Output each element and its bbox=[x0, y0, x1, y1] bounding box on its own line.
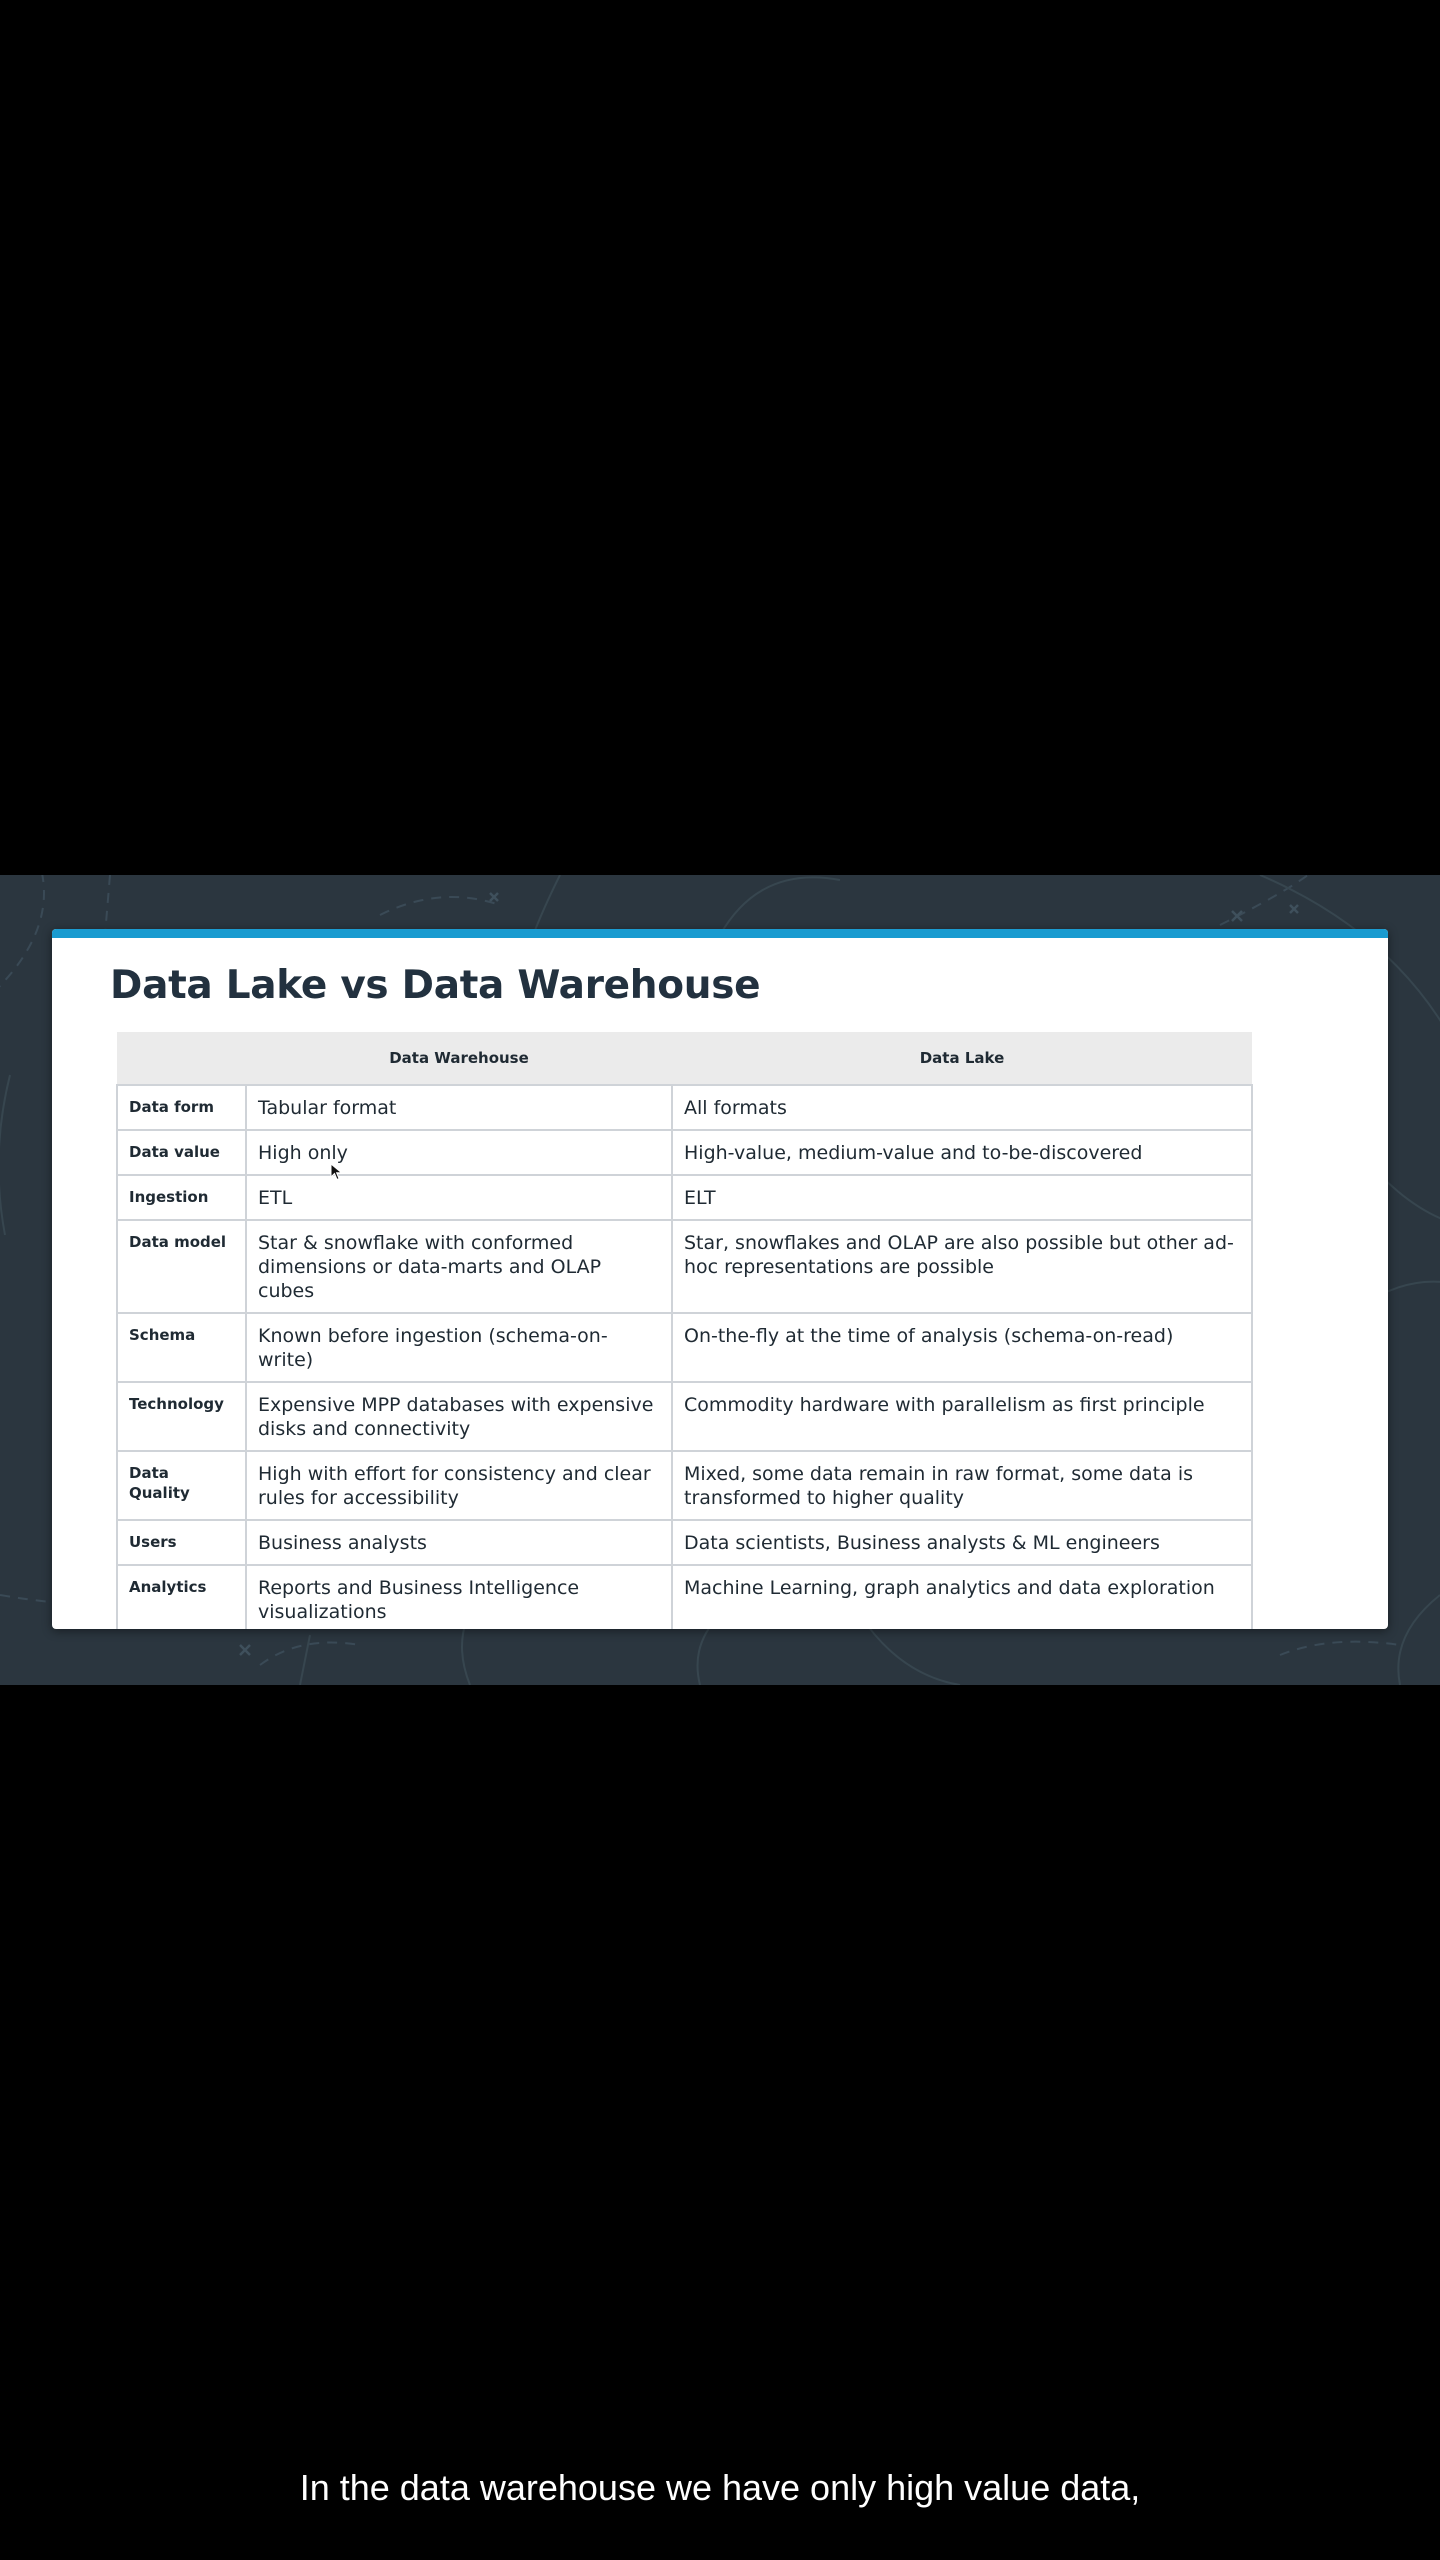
row-label: Technology bbox=[116, 1381, 247, 1452]
table-row: Data value High only High-value, medium-… bbox=[116, 1129, 1253, 1176]
table-header-row: Data Warehouse Data Lake bbox=[117, 1032, 1252, 1085]
lake-cell: Star, snowflakes and OLAP are also possi… bbox=[671, 1219, 1253, 1314]
lake-cell: ELT bbox=[671, 1174, 1253, 1221]
lake-cell: Commodity hardware with parallelism as f… bbox=[671, 1381, 1253, 1452]
lake-cell: Data scientists, Business analysts & ML … bbox=[671, 1519, 1253, 1566]
table-row: Ingestion ETL ELT bbox=[116, 1174, 1253, 1221]
header-data-lake: Data Lake bbox=[672, 1032, 1252, 1085]
warehouse-cell: High with effort for consistency and cle… bbox=[245, 1450, 673, 1521]
lake-cell: Machine Learning, graph analytics and da… bbox=[671, 1564, 1253, 1629]
mouse-pointer-icon bbox=[330, 1163, 343, 1181]
row-label: Users bbox=[116, 1519, 247, 1566]
row-label: Analytics bbox=[116, 1564, 247, 1629]
row-label: Data form bbox=[116, 1084, 247, 1131]
table-row: Technology Expensive MPP databases with … bbox=[116, 1381, 1253, 1452]
lake-cell: High-value, medium-value and to-be-disco… bbox=[671, 1129, 1253, 1176]
row-label: Schema bbox=[116, 1312, 247, 1383]
presentation-slide: Data Lake vs Data Warehouse Data Warehou… bbox=[52, 929, 1388, 1629]
lake-cell: Mixed, some data remain in raw format, s… bbox=[671, 1450, 1253, 1521]
row-label: Ingestion bbox=[116, 1174, 247, 1221]
row-label: Data Quality bbox=[116, 1450, 247, 1521]
video-frame: Data Lake vs Data Warehouse Data Warehou… bbox=[0, 875, 1440, 1685]
row-label: Data model bbox=[116, 1219, 247, 1314]
table-row: Data Quality High with effort for consis… bbox=[116, 1450, 1253, 1521]
header-data-warehouse: Data Warehouse bbox=[246, 1032, 672, 1085]
warehouse-cell: Reports and Business Intelligence visual… bbox=[245, 1564, 673, 1629]
table-row: Data form Tabular format All formats bbox=[116, 1084, 1253, 1131]
table-row: Users Business analysts Data scientists,… bbox=[116, 1519, 1253, 1566]
comparison-table: Data Warehouse Data Lake Data form Tabul… bbox=[116, 1032, 1253, 1629]
warehouse-cell: Known before ingestion (schema-on-write) bbox=[245, 1312, 673, 1383]
slide-title: Data Lake vs Data Warehouse bbox=[110, 963, 761, 1008]
slide-accent-bar bbox=[52, 929, 1388, 938]
warehouse-cell: Tabular format bbox=[245, 1084, 673, 1131]
warehouse-cell: High only bbox=[245, 1129, 673, 1176]
warehouse-cell: ETL bbox=[245, 1174, 673, 1221]
warehouse-cell: Business analysts bbox=[245, 1519, 673, 1566]
lake-cell: On-the-fly at the time of analysis (sche… bbox=[671, 1312, 1253, 1383]
header-empty bbox=[117, 1032, 246, 1085]
subtitle-caption: In the data warehouse we have only high … bbox=[299, 2467, 1141, 2508]
warehouse-cell: Expensive MPP databases with expensive d… bbox=[245, 1381, 673, 1452]
warehouse-cell: Star & snowflake with conformed dimensio… bbox=[245, 1219, 673, 1314]
lake-cell: All formats bbox=[671, 1084, 1253, 1131]
table-row: Data model Star & snowflake with conform… bbox=[116, 1219, 1253, 1314]
row-label: Data value bbox=[116, 1129, 247, 1176]
table-row: Analytics Reports and Business Intellige… bbox=[116, 1564, 1253, 1629]
table-row: Schema Known before ingestion (schema-on… bbox=[116, 1312, 1253, 1383]
video-player-screen: Data Lake vs Data Warehouse Data Warehou… bbox=[0, 0, 1440, 2560]
